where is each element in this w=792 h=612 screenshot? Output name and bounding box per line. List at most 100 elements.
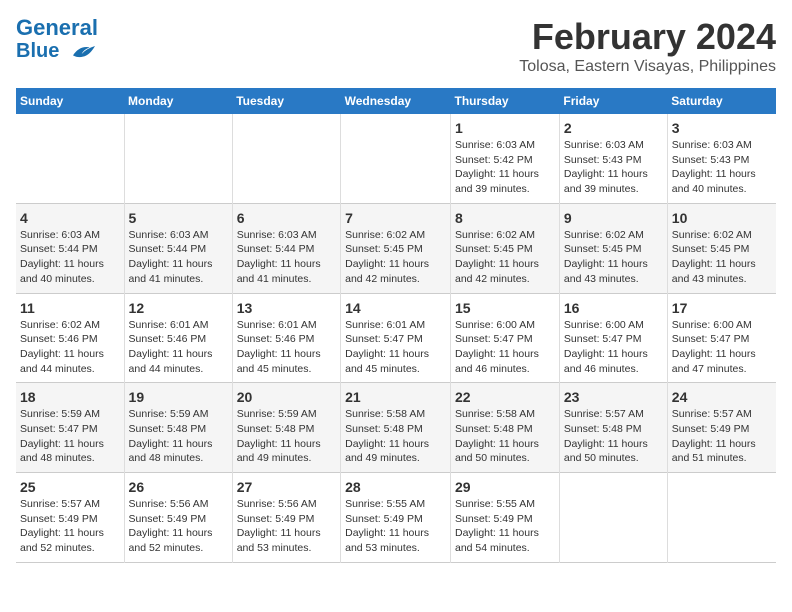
calendar-cell: 5 Sunrise: 6:03 AM Sunset: 5:44 PM Daylig… bbox=[124, 203, 232, 293]
cell-detail: Sunrise: 6:00 AM Sunset: 5:47 PM Dayligh… bbox=[564, 318, 663, 377]
calendar-cell: 18 Sunrise: 5:59 AM Sunset: 5:47 PM Dayli… bbox=[16, 383, 124, 473]
calendar-week-row: 1 Sunrise: 6:03 AM Sunset: 5:42 PM Daylig… bbox=[16, 114, 776, 203]
calendar-cell: 14 Sunrise: 6:01 AM Sunset: 5:47 PM Dayli… bbox=[341, 293, 451, 383]
weekday-header-cell: Thursday bbox=[451, 88, 560, 114]
calendar-cell bbox=[124, 114, 232, 203]
calendar-cell: 10Sunrise: 6:02 AM Sunset: 5:45 PM Dayli… bbox=[667, 203, 776, 293]
cell-detail: Sunrise: 6:00 AM Sunset: 5:47 PM Dayligh… bbox=[455, 318, 555, 377]
calendar-table: SundayMondayTuesdayWednesdayThursdayFrid… bbox=[16, 88, 776, 563]
day-number: 11 bbox=[20, 300, 120, 316]
calendar-week-row: 4 Sunrise: 6:03 AM Sunset: 5:44 PM Daylig… bbox=[16, 203, 776, 293]
day-number: 4 bbox=[20, 210, 120, 226]
day-number: 17 bbox=[672, 300, 772, 316]
location: Tolosa, Eastern Visayas, Philippines bbox=[519, 58, 776, 76]
cell-detail: Sunrise: 6:02 AM Sunset: 5:45 PM Dayligh… bbox=[455, 228, 555, 287]
calendar-cell bbox=[341, 114, 451, 203]
calendar-cell: 6 Sunrise: 6:03 AM Sunset: 5:44 PM Daylig… bbox=[232, 203, 340, 293]
day-number: 24 bbox=[672, 389, 772, 405]
weekday-header-cell: Tuesday bbox=[232, 88, 340, 114]
calendar-cell: 27Sunrise: 5:56 AM Sunset: 5:49 PM Dayli… bbox=[232, 473, 340, 563]
cell-detail: Sunrise: 5:58 AM Sunset: 5:48 PM Dayligh… bbox=[455, 407, 555, 466]
cell-detail: Sunrise: 6:03 AM Sunset: 5:43 PM Dayligh… bbox=[564, 138, 663, 197]
month-title: February 2024 bbox=[519, 16, 776, 58]
calendar-cell: 17 Sunrise: 6:00 AM Sunset: 5:47 PM Dayli… bbox=[667, 293, 776, 383]
day-number: 16 bbox=[564, 300, 663, 316]
cell-detail: Sunrise: 6:01 AM Sunset: 5:47 PM Dayligh… bbox=[345, 318, 446, 377]
day-number: 22 bbox=[455, 389, 555, 405]
cell-detail: Sunrise: 5:56 AM Sunset: 5:49 PM Dayligh… bbox=[237, 497, 336, 556]
day-number: 12 bbox=[129, 300, 228, 316]
day-number: 26 bbox=[129, 479, 228, 495]
cell-detail: Sunrise: 6:00 AM Sunset: 5:47 PM Dayligh… bbox=[672, 318, 772, 377]
cell-detail: Sunrise: 5:59 AM Sunset: 5:48 PM Dayligh… bbox=[237, 407, 336, 466]
cell-detail: Sunrise: 6:03 AM Sunset: 5:44 PM Dayligh… bbox=[237, 228, 336, 287]
cell-detail: Sunrise: 5:58 AM Sunset: 5:48 PM Dayligh… bbox=[345, 407, 446, 466]
calendar-cell: 29Sunrise: 5:55 AM Sunset: 5:49 PM Dayli… bbox=[451, 473, 560, 563]
weekday-header-cell: Saturday bbox=[667, 88, 776, 114]
day-number: 28 bbox=[345, 479, 446, 495]
day-number: 1 bbox=[455, 120, 555, 136]
cell-detail: Sunrise: 5:59 AM Sunset: 5:47 PM Dayligh… bbox=[20, 407, 120, 466]
calendar-cell: 21 Sunrise: 5:58 AM Sunset: 5:48 PM Dayli… bbox=[341, 383, 451, 473]
calendar-cell: 8 Sunrise: 6:02 AM Sunset: 5:45 PM Daylig… bbox=[451, 203, 560, 293]
cell-detail: Sunrise: 6:03 AM Sunset: 5:43 PM Dayligh… bbox=[672, 138, 772, 197]
calendar-cell: 13Sunrise: 6:01 AM Sunset: 5:46 PM Dayli… bbox=[232, 293, 340, 383]
day-number: 23 bbox=[564, 389, 663, 405]
calendar-cell: 11 Sunrise: 6:02 AM Sunset: 5:46 PM Dayli… bbox=[16, 293, 124, 383]
logo-text: General bbox=[16, 16, 98, 40]
calendar-body: 1 Sunrise: 6:03 AM Sunset: 5:42 PM Daylig… bbox=[16, 114, 776, 562]
calendar-week-row: 18 Sunrise: 5:59 AM Sunset: 5:47 PM Dayli… bbox=[16, 383, 776, 473]
day-number: 21 bbox=[345, 389, 446, 405]
cell-detail: Sunrise: 5:57 AM Sunset: 5:49 PM Dayligh… bbox=[672, 407, 772, 466]
cell-detail: Sunrise: 6:03 AM Sunset: 5:44 PM Dayligh… bbox=[129, 228, 228, 287]
cell-detail: Sunrise: 5:59 AM Sunset: 5:48 PM Dayligh… bbox=[129, 407, 228, 466]
cell-detail: Sunrise: 5:56 AM Sunset: 5:49 PM Dayligh… bbox=[129, 497, 228, 556]
calendar-cell: 26 Sunrise: 5:56 AM Sunset: 5:49 PM Dayli… bbox=[124, 473, 232, 563]
day-number: 8 bbox=[455, 210, 555, 226]
calendar-cell: 15 Sunrise: 6:00 AM Sunset: 5:47 PM Dayli… bbox=[451, 293, 560, 383]
day-number: 19 bbox=[129, 389, 228, 405]
day-number: 18 bbox=[20, 389, 120, 405]
cell-detail: Sunrise: 6:03 AM Sunset: 5:44 PM Dayligh… bbox=[20, 228, 120, 287]
bird-icon bbox=[69, 42, 97, 62]
calendar-cell: 25Sunrise: 5:57 AM Sunset: 5:49 PM Dayli… bbox=[16, 473, 124, 563]
calendar-cell: 9Sunrise: 6:02 AM Sunset: 5:45 PM Daylig… bbox=[559, 203, 667, 293]
cell-detail: Sunrise: 6:02 AM Sunset: 5:45 PM Dayligh… bbox=[564, 228, 663, 287]
calendar-cell: 24 Sunrise: 5:57 AM Sunset: 5:49 PM Dayli… bbox=[667, 383, 776, 473]
calendar-week-row: 11 Sunrise: 6:02 AM Sunset: 5:46 PM Dayli… bbox=[16, 293, 776, 383]
calendar-cell: 3 Sunrise: 6:03 AM Sunset: 5:43 PM Daylig… bbox=[667, 114, 776, 203]
calendar-cell: 16 Sunrise: 6:00 AM Sunset: 5:47 PM Dayli… bbox=[559, 293, 667, 383]
cell-detail: Sunrise: 5:57 AM Sunset: 5:48 PM Dayligh… bbox=[564, 407, 663, 466]
cell-detail: Sunrise: 6:02 AM Sunset: 5:46 PM Dayligh… bbox=[20, 318, 120, 377]
weekday-header-cell: Monday bbox=[124, 88, 232, 114]
weekday-header-cell: Sunday bbox=[16, 88, 124, 114]
calendar-cell bbox=[667, 473, 776, 563]
page-header: General Blue February 2024 Tolosa, Easte… bbox=[16, 16, 776, 76]
day-number: 7 bbox=[345, 210, 446, 226]
day-number: 6 bbox=[237, 210, 336, 226]
calendar-cell: 28 Sunrise: 5:55 AM Sunset: 5:49 PM Dayli… bbox=[341, 473, 451, 563]
title-block: February 2024 Tolosa, Eastern Visayas, P… bbox=[519, 16, 776, 76]
calendar-cell: 12Sunrise: 6:01 AM Sunset: 5:46 PM Dayli… bbox=[124, 293, 232, 383]
day-number: 20 bbox=[237, 389, 336, 405]
calendar-cell: 2 Sunrise: 6:03 AM Sunset: 5:43 PM Daylig… bbox=[559, 114, 667, 203]
calendar-cell: 22 Sunrise: 5:58 AM Sunset: 5:48 PM Dayli… bbox=[451, 383, 560, 473]
day-number: 13 bbox=[237, 300, 336, 316]
day-number: 2 bbox=[564, 120, 663, 136]
calendar-cell bbox=[16, 114, 124, 203]
day-number: 14 bbox=[345, 300, 446, 316]
logo: General Blue bbox=[16, 16, 98, 62]
logo-subtext: Blue bbox=[16, 40, 98, 62]
day-number: 5 bbox=[129, 210, 228, 226]
weekday-header-cell: Friday bbox=[559, 88, 667, 114]
day-number: 15 bbox=[455, 300, 555, 316]
calendar-cell bbox=[232, 114, 340, 203]
day-number: 3 bbox=[672, 120, 772, 136]
calendar-cell: 19 Sunrise: 5:59 AM Sunset: 5:48 PM Dayli… bbox=[124, 383, 232, 473]
cell-detail: Sunrise: 6:03 AM Sunset: 5:42 PM Dayligh… bbox=[455, 138, 555, 197]
day-number: 10 bbox=[672, 210, 772, 226]
calendar-cell: 1 Sunrise: 6:03 AM Sunset: 5:42 PM Daylig… bbox=[451, 114, 560, 203]
day-number: 25 bbox=[20, 479, 120, 495]
cell-detail: Sunrise: 5:55 AM Sunset: 5:49 PM Dayligh… bbox=[345, 497, 446, 556]
weekday-header-row: SundayMondayTuesdayWednesdayThursdayFrid… bbox=[16, 88, 776, 114]
